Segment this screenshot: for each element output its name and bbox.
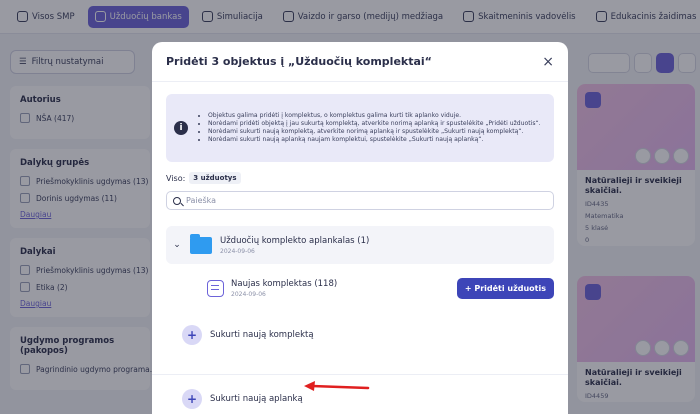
info-icon: i: [174, 121, 188, 135]
folder-icon: [190, 233, 212, 254]
add-tasks-button[interactable]: + Pridėti užduotis: [456, 277, 554, 299]
count-label: Viso:: [166, 173, 186, 183]
plus-icon: +: [182, 325, 202, 345]
chevron-down-icon[interactable]: ⌄: [172, 240, 182, 250]
info-item: Norėdami pridėti objektą į jau sukurtą k…: [208, 120, 541, 128]
set-info: Naujas komplektas (118) 2024-09-06: [207, 279, 337, 298]
create-set-button[interactable]: + Sukurti naują komplektą: [182, 325, 568, 345]
modal-header: Pridėti 3 objektus į „Užduočių komplekta…: [152, 42, 568, 82]
folder-name: Užduočių komplekto aplankalas (1): [220, 235, 370, 246]
info-item: Objektus galima pridėti į komplektus, o …: [208, 112, 541, 120]
set-row: Naujas komplektas (118) 2024-09-06 + Pri…: [207, 276, 554, 300]
folder-date: 2024-09-06: [220, 247, 255, 255]
set-date: 2024-09-06: [231, 290, 266, 298]
info-item: Norėdami sukurti naują aplanką naujam ko…: [208, 136, 541, 144]
folder-info: Užduočių komplekto aplankalas (1) 2024-0…: [220, 236, 369, 255]
search-input[interactable]: [186, 196, 546, 205]
folder-row[interactable]: ⌄ Užduočių komplekto aplankalas (1) 2024…: [166, 226, 554, 264]
search-field[interactable]: [166, 191, 554, 210]
info-box: i Objektus galima pridėti į komplektus, …: [166, 94, 554, 162]
red-arrow-annotation: [304, 381, 370, 391]
divider: [152, 374, 568, 375]
count-badge: 3 užduotys: [189, 172, 241, 184]
add-to-set-modal: Pridėti 3 objektus į „Užduočių komplekta…: [152, 42, 568, 414]
info-list: Objektus galima pridėti į komplektus, o …: [196, 112, 541, 144]
close-icon[interactable]: ×: [542, 54, 554, 70]
set-name: Naujas komplektas (118): [231, 278, 338, 289]
plus-icon: +: [182, 389, 202, 409]
search-icon: [173, 196, 181, 205]
info-item: Norėdami sukurti naują komplektą, atverk…: [208, 128, 541, 136]
create-set-label: Sukurti naują komplektą: [210, 330, 314, 340]
modal-title: Pridėti 3 objektus į „Užduočių komplekta…: [166, 55, 432, 68]
task-set-icon: [207, 279, 224, 297]
create-folder-label: Sukurti naują aplanką: [210, 394, 303, 404]
create-folder-button[interactable]: + Sukurti naują aplanką: [182, 389, 568, 409]
item-count: Viso: 3 užduotys: [166, 172, 554, 184]
